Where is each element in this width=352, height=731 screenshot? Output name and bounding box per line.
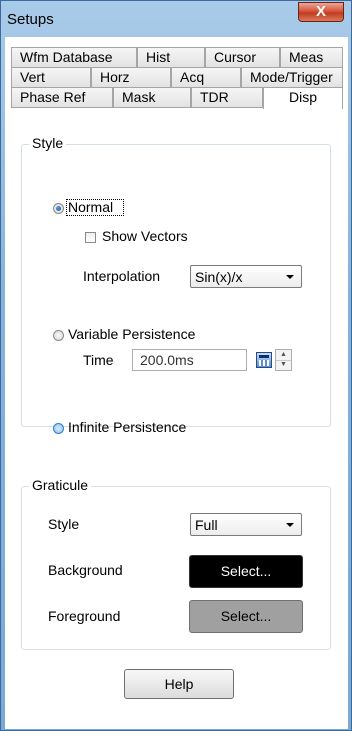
chevron-down-icon	[286, 523, 294, 527]
variable-persistence-label[interactable]: Variable Persistence	[68, 326, 195, 342]
calculator-icon[interactable]	[256, 352, 272, 368]
tab-horz[interactable]: Horz	[91, 67, 171, 87]
close-icon: X	[315, 3, 326, 20]
title-bar[interactable]: Setups X	[1, 1, 351, 37]
tab-mask[interactable]: Mask	[113, 87, 191, 107]
background-select-button[interactable]: Select...	[189, 555, 303, 588]
normal-label[interactable]: Normal	[68, 199, 113, 215]
chevron-down-icon	[286, 275, 294, 279]
interpolation-label: Interpolation	[83, 268, 161, 284]
infinite-persistence-label[interactable]: Infinite Persistence	[68, 419, 186, 435]
graticule-style-value: Full	[195, 517, 218, 533]
infinite-persistence-radio[interactable]	[53, 423, 64, 434]
time-label: Time	[83, 352, 114, 368]
interpolation-select[interactable]: Sin(x)/x	[190, 265, 302, 288]
close-button[interactable]: X	[298, 2, 344, 22]
graticule-group-legend: Graticule	[29, 477, 92, 493]
time-spinner[interactable]: ▲ ▼	[275, 349, 292, 371]
tab-disp[interactable]: Disp	[263, 87, 343, 109]
foreground-label: Foreground	[48, 608, 121, 624]
graticule-style-label: Style	[48, 516, 80, 532]
spin-down-icon[interactable]: ▼	[276, 360, 291, 370]
dialog-client: Wfm Database Hist Cursor Meas Vert Horz …	[5, 37, 348, 729]
foreground-select-button[interactable]: Select...	[189, 600, 303, 633]
tab-wfm-database[interactable]: Wfm Database	[11, 47, 137, 67]
tab-acq[interactable]: Acq	[171, 67, 241, 87]
setups-window: Setups X Wfm Database Hist Cursor Meas V…	[0, 0, 352, 731]
style-group-legend: Style	[29, 135, 67, 151]
tab-cursor[interactable]: Cursor	[205, 47, 280, 67]
show-vectors-checkbox[interactable]	[85, 232, 96, 243]
tab-vert[interactable]: Vert	[11, 67, 91, 87]
tab-phase-ref[interactable]: Phase Ref	[11, 87, 113, 107]
tab-mode-trigger[interactable]: Mode/Trigger	[241, 67, 343, 87]
tab-hist[interactable]: Hist	[137, 47, 205, 67]
background-label: Background	[48, 562, 123, 578]
window-title: Setups	[7, 11, 54, 28]
show-vectors-label[interactable]: Show Vectors	[102, 228, 188, 244]
tab-meas[interactable]: Meas	[280, 47, 343, 67]
normal-radio[interactable]	[53, 203, 64, 214]
time-input[interactable]: 200.0ms	[132, 349, 247, 371]
variable-persistence-radio[interactable]	[53, 330, 64, 341]
tab-tdr[interactable]: TDR	[191, 87, 263, 107]
interpolation-value: Sin(x)/x	[195, 269, 243, 285]
graticule-style-select[interactable]: Full	[190, 513, 302, 536]
help-button[interactable]: Help	[124, 669, 234, 699]
time-value: 200.0ms	[140, 352, 194, 368]
